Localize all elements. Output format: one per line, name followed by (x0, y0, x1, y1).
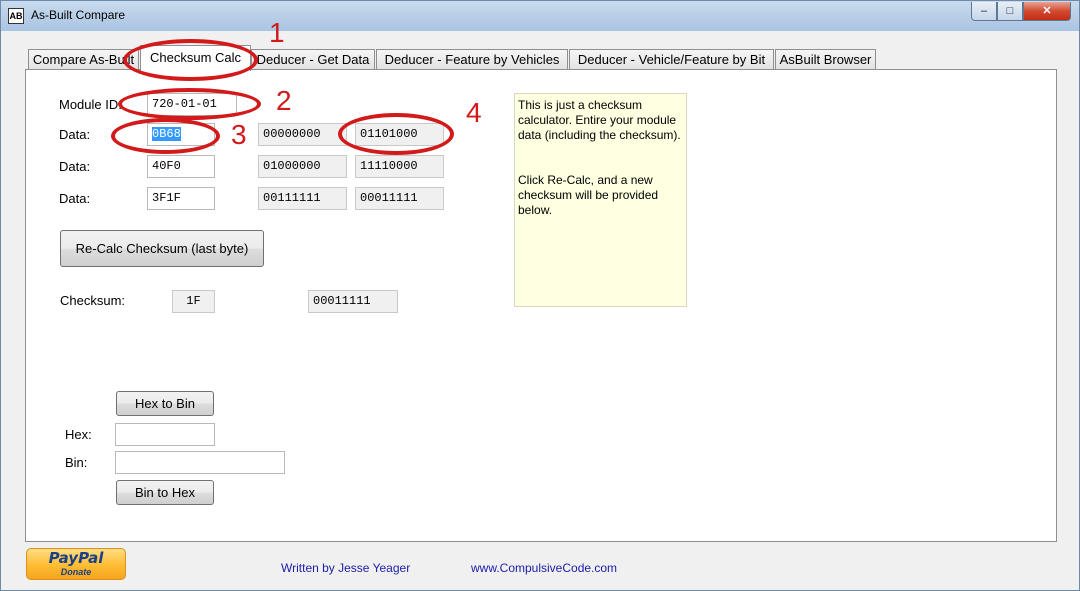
info-text-2: Click Re-Calc, and a new checksum will b… (518, 173, 659, 217)
annotation-circle-4 (338, 113, 454, 155)
annotation-number-4: 4 (466, 97, 482, 128)
title-bar[interactable]: AB As-Built Compare – □ ✕ (1, 1, 1079, 31)
tab-deducer-feature-by-vehicles[interactable]: Deducer - Feature by Vehicles (376, 49, 568, 70)
tab-asbuilt-browser[interactable]: AsBuilt Browser (775, 49, 876, 70)
annotation-circle-1 (123, 39, 258, 81)
module-id-label: Module ID: (59, 97, 122, 112)
data-bin-low-2: 11110000 (355, 155, 444, 178)
data-label-3: Data: (59, 191, 91, 206)
info-text-1: This is just a checksum calculator. Enti… (518, 98, 681, 142)
paypal-logo: PayPal (48, 549, 104, 567)
hex-label: Hex: (65, 427, 92, 442)
annotation-number-3: 3 (231, 119, 247, 150)
data-bin-low-3: 00011111 (355, 187, 444, 210)
close-button[interactable]: ✕ (1023, 2, 1071, 21)
minimize-button[interactable]: – (971, 2, 997, 21)
app-window: AB As-Built Compare – □ ✕ Compare As-Bui… (0, 0, 1080, 591)
bin-to-hex-button[interactable]: Bin to Hex (116, 480, 214, 505)
hex-input[interactable] (115, 423, 215, 446)
annotation-number-2: 2 (276, 85, 292, 116)
maximize-button[interactable]: □ (997, 2, 1023, 21)
data-hex-input-2[interactable]: 40F0 (147, 155, 215, 178)
website-link[interactable]: www.CompulsiveCode.com (471, 561, 617, 575)
tab-deducer-vehicle-feature-by-bit[interactable]: Deducer - Vehicle/Feature by Bit (569, 49, 774, 70)
annotation-circle-2 (118, 88, 261, 120)
data-label-2: Data: (59, 159, 91, 174)
paypal-donate-label: Donate (60, 567, 92, 577)
author-credit: Written by Jesse Yeager (281, 561, 411, 575)
data-bin-high-1: 00000000 (258, 123, 347, 146)
data-bin-high-2: 01000000 (258, 155, 347, 178)
paypal-donate-button[interactable]: PayPal Donate (26, 548, 126, 580)
info-note: This is just a checksum calculator. Enti… (514, 93, 687, 307)
data-label-1: Data: (59, 127, 91, 142)
checksum-hex: 1F (172, 290, 215, 313)
bin-input[interactable] (115, 451, 285, 474)
checksum-bin: 00011111 (308, 290, 398, 313)
window-title: As-Built Compare (31, 8, 126, 22)
annotation-circle-3 (111, 118, 220, 154)
bin-label: Bin: (65, 455, 88, 470)
annotation-number-1: 1 (269, 17, 285, 48)
app-icon: AB (8, 8, 24, 24)
data-bin-high-3: 00111111 (258, 187, 347, 210)
tab-deducer-get-data[interactable]: Deducer - Get Data (251, 49, 375, 70)
hex-to-bin-button[interactable]: Hex to Bin (116, 391, 214, 416)
data-hex-input-3[interactable]: 3F1F (147, 187, 215, 210)
checksum-label: Checksum: (60, 293, 126, 308)
recalc-checksum-button[interactable]: Re-Calc Checksum (last byte) (60, 230, 264, 267)
